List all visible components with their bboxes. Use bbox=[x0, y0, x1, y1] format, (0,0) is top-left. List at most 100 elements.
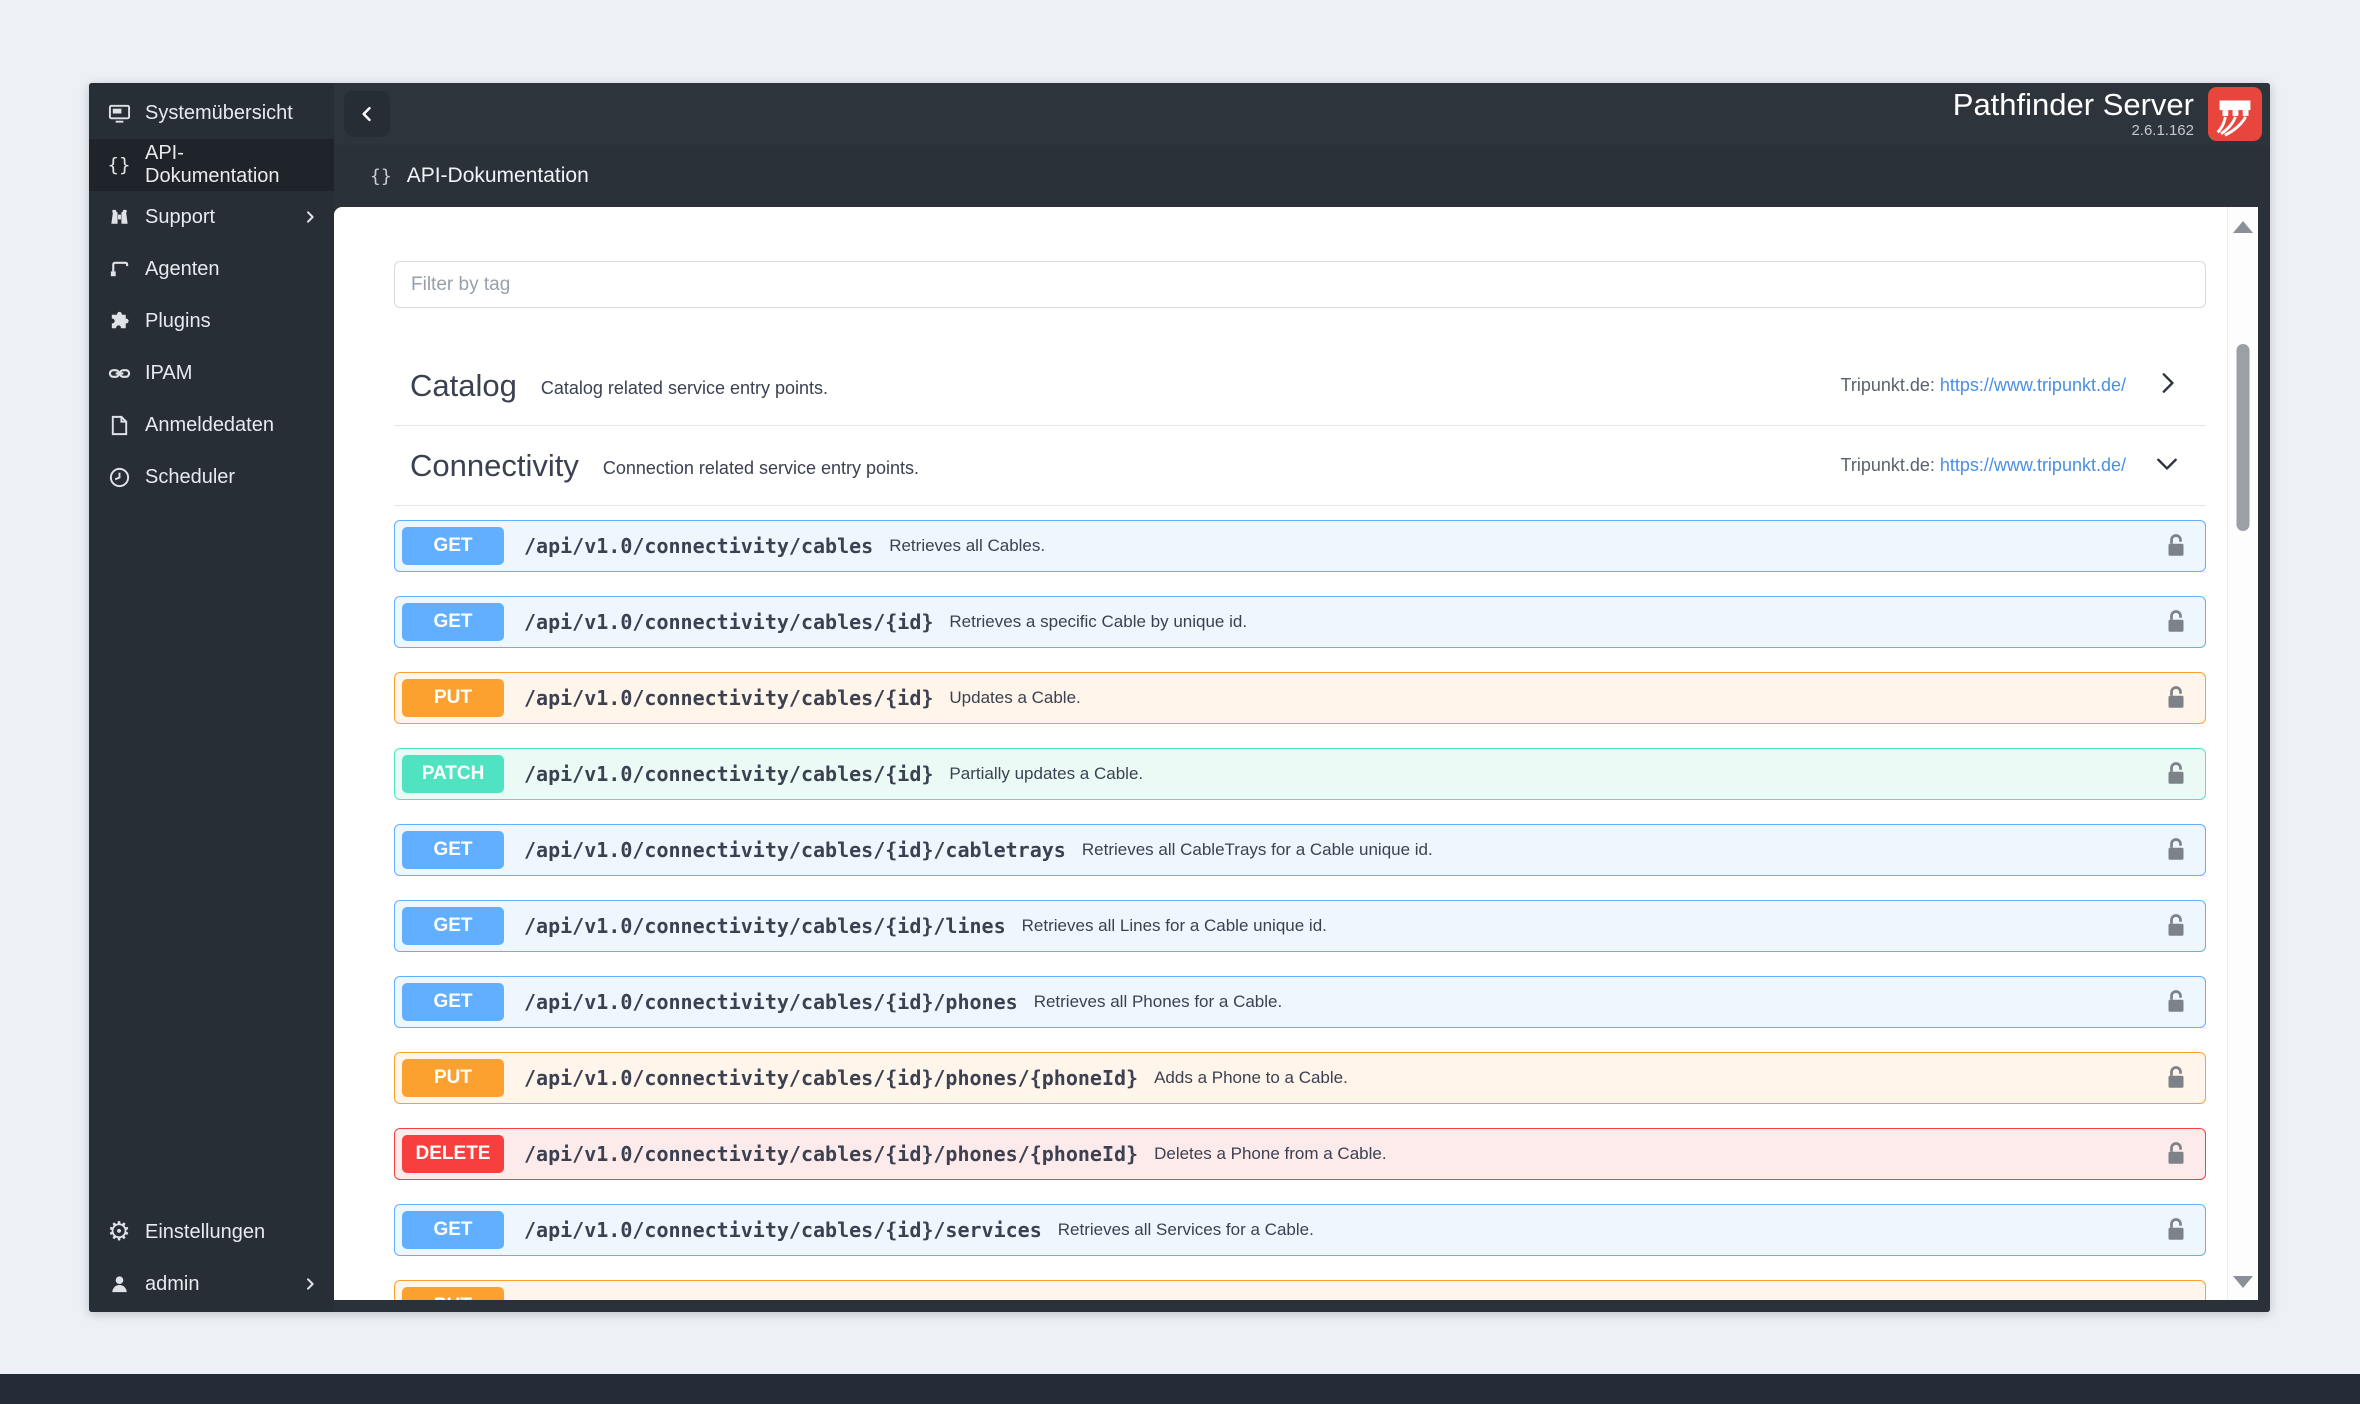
unlock-icon[interactable] bbox=[2161, 531, 2191, 561]
content-panel: Catalog Catalog related service entry po… bbox=[334, 207, 2258, 1300]
operation-summary: Adds a Phone to a Cable. bbox=[1154, 1068, 1348, 1088]
section-description: Catalog related service entry points. bbox=[541, 372, 828, 399]
sidebar-item-anmeldedaten[interactable]: Anmeldedaten bbox=[89, 399, 334, 451]
api-operation-row[interactable]: GET /api/v1.0/connectivity/cables/{id} R… bbox=[394, 596, 2206, 648]
operation-path: /api/v1.0/connectivity/cables/{id} bbox=[524, 686, 933, 710]
api-operation-row[interactable]: DELETE /api/v1.0/connectivity/cables/{id… bbox=[394, 1128, 2206, 1180]
api-doc-content: Catalog Catalog related service entry po… bbox=[334, 207, 2228, 1300]
unlock-icon[interactable] bbox=[2161, 683, 2191, 713]
sidebar-item-label: Einstellungen bbox=[145, 1221, 265, 1244]
method-badge: PUT bbox=[402, 679, 504, 717]
unlock-icon[interactable] bbox=[2161, 607, 2191, 637]
operation-summary: Retrieves all CableTrays for a Cable uni… bbox=[1082, 840, 1433, 860]
operation-summary: Retrieves all Services for a Cable. bbox=[1058, 1220, 1314, 1240]
clock-icon bbox=[107, 465, 131, 489]
external-docs-link[interactable]: https://www.tripunkt.de/ bbox=[1940, 455, 2126, 475]
app-window: Systemübersicht {} API-Dokumentation Sup… bbox=[89, 83, 2270, 1312]
section-description: Connection related service entry points. bbox=[603, 452, 919, 479]
api-operation-row[interactable]: PUT /api/v1.0/connectivity/cables/{id} U… bbox=[394, 672, 2206, 724]
api-operation-row[interactable]: GET /api/v1.0/connectivity/cables Retrie… bbox=[394, 520, 2206, 572]
sidebar-item-support[interactable]: Support bbox=[89, 191, 334, 243]
api-operation-row[interactable]: PATCH /api/v1.0/connectivity/cables/{id}… bbox=[394, 748, 2206, 800]
sidebar-item-ipam[interactable]: IPAM bbox=[89, 347, 334, 399]
tripunkt-logo bbox=[2208, 87, 2262, 141]
sidebar-item-label: API-Dokumentation bbox=[145, 142, 318, 188]
section-header-connectivity[interactable]: Connectivity Connection related service … bbox=[394, 426, 2206, 506]
sidebar-item-plugins[interactable]: Plugins bbox=[89, 295, 334, 347]
unlock-icon[interactable] bbox=[2161, 759, 2191, 789]
scroll-up-arrow[interactable] bbox=[2233, 221, 2253, 233]
unlock-icon[interactable] bbox=[2161, 1215, 2191, 1245]
braces-icon: {} bbox=[107, 153, 131, 177]
operation-path: /api/v1.0/connectivity/cables/{id}/lines bbox=[524, 914, 1006, 938]
document-icon bbox=[107, 413, 131, 437]
section-title: Connectivity bbox=[410, 448, 579, 484]
operation-summary: Retrieves all Lines for a Cable unique i… bbox=[1022, 916, 1327, 936]
gear-icon: ⚙ bbox=[107, 1220, 131, 1244]
scrollbar-thumb[interactable] bbox=[2237, 344, 2250, 531]
method-badge: PATCH bbox=[402, 755, 504, 793]
unlock-icon[interactable] bbox=[2161, 1139, 2191, 1169]
main-area: Pathfinder Server 2.6.1.162 {} API-Dokum… bbox=[334, 83, 2270, 1312]
sidebar-item-label: Scheduler bbox=[145, 466, 235, 489]
unlock-icon[interactable] bbox=[2161, 987, 2191, 1017]
app-header: Pathfinder Server 2.6.1.162 bbox=[334, 83, 2270, 145]
filter-by-tag-input[interactable] bbox=[394, 261, 2206, 308]
api-operation-row[interactable]: GET /api/v1.0/connectivity/cables/{id}/c… bbox=[394, 824, 2206, 876]
sidebar-collapse-button[interactable] bbox=[344, 91, 390, 137]
sidebar-item-einstellungen[interactable]: ⚙ Einstellungen bbox=[89, 1206, 334, 1258]
page-toolbar: {} API-Dokumentation bbox=[334, 145, 2270, 207]
api-operation-row[interactable]: PUT /api/v1.0/connectivity/cables/{id}/p… bbox=[394, 1052, 2206, 1104]
operation-summary: Updates a Cable. bbox=[949, 688, 1080, 708]
unlock-icon[interactable] bbox=[2161, 1063, 2191, 1093]
method-badge: GET bbox=[402, 603, 504, 641]
sidebar-item-label: admin bbox=[145, 1273, 199, 1296]
sidebar-item-label: Anmeldedaten bbox=[145, 414, 274, 437]
sidebar-item-scheduler[interactable]: Scheduler bbox=[89, 451, 334, 503]
external-docs-label: Tripunkt.de: bbox=[1841, 375, 1935, 395]
chevron-right-icon[interactable] bbox=[2154, 370, 2180, 401]
method-badge: PUT bbox=[402, 1059, 504, 1097]
sidebar-item-label: Support bbox=[145, 206, 215, 229]
unlock-icon[interactable] bbox=[2161, 911, 2191, 941]
api-operation-row[interactable]: GET /api/v1.0/connectivity/cables/{id}/p… bbox=[394, 976, 2206, 1028]
operation-path: /api/v1.0/connectivity/cables/{id}/phone… bbox=[524, 990, 1018, 1014]
sidebar-item-admin[interactable]: admin bbox=[89, 1258, 334, 1310]
sidebar-item-agenten[interactable]: Agenten bbox=[89, 243, 334, 295]
page-title: API-Dokumentation bbox=[407, 164, 589, 188]
external-docs-link[interactable]: https://www.tripunkt.de/ bbox=[1940, 375, 2126, 395]
method-badge: DELETE bbox=[402, 1135, 504, 1173]
sidebar-item-label: Agenten bbox=[145, 258, 220, 281]
external-docs-label: Tripunkt.de: bbox=[1841, 455, 1935, 475]
section-title: Catalog bbox=[410, 368, 517, 404]
binoculars-icon bbox=[107, 205, 131, 229]
method-badge: PUT bbox=[402, 1287, 504, 1300]
monitor-icon bbox=[107, 101, 131, 125]
bottom-bar bbox=[0, 1374, 2360, 1404]
operation-path: /api/v1.0/connectivity/cables/{id} bbox=[524, 762, 933, 786]
scroll-down-arrow[interactable] bbox=[2233, 1276, 2253, 1288]
sidebar-item-systemuebersicht[interactable]: Systemübersicht bbox=[89, 87, 334, 139]
method-badge: GET bbox=[402, 983, 504, 1021]
method-badge: GET bbox=[402, 1211, 504, 1249]
api-operation-row[interactable]: GET /api/v1.0/connectivity/cables/{id}/l… bbox=[394, 900, 2206, 952]
sidebar-item-label: IPAM bbox=[145, 362, 192, 385]
operation-list: GET /api/v1.0/connectivity/cables Retrie… bbox=[394, 520, 2206, 1300]
unlock-icon[interactable] bbox=[2161, 835, 2191, 865]
api-operation-row-partial[interactable]: PUT bbox=[394, 1280, 2206, 1300]
sidebar-item-label: Systemübersicht bbox=[145, 102, 293, 125]
chevron-down-icon[interactable] bbox=[2154, 450, 2180, 481]
operation-path: /api/v1.0/connectivity/cables bbox=[524, 534, 873, 558]
operation-summary: Partially updates a Cable. bbox=[949, 764, 1143, 784]
section-header-catalog[interactable]: Catalog Catalog related service entry po… bbox=[394, 346, 2206, 426]
scrollbar-track[interactable] bbox=[2227, 207, 2258, 1300]
api-operation-row[interactable]: GET /api/v1.0/connectivity/cables/{id}/s… bbox=[394, 1204, 2206, 1256]
user-icon bbox=[107, 1272, 131, 1296]
chevron-right-icon bbox=[302, 1276, 318, 1292]
operation-path: /api/v1.0/connectivity/cables/{id}/phone… bbox=[524, 1066, 1138, 1090]
sidebar-item-api-dokumentation[interactable]: {} API-Dokumentation bbox=[89, 139, 334, 191]
app-title: Pathfinder Server bbox=[1953, 88, 2194, 122]
operation-summary: Retrieves all Phones for a Cable. bbox=[1034, 992, 1283, 1012]
sidebar-item-label: Plugins bbox=[145, 310, 211, 333]
link-icon bbox=[107, 361, 131, 385]
